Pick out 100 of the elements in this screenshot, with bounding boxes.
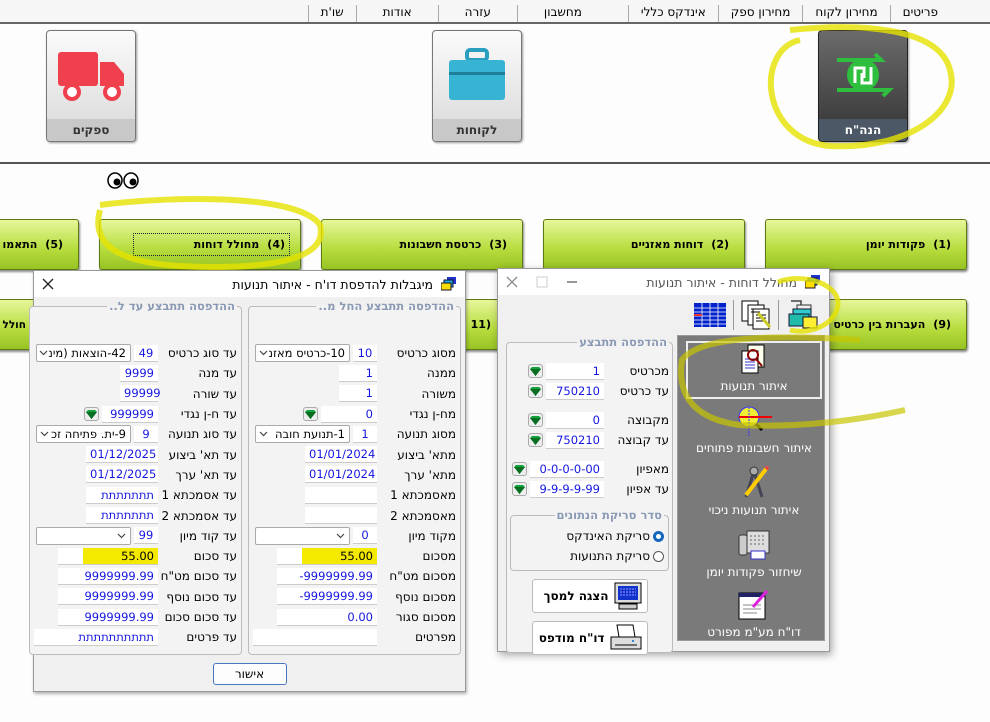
toolbar-item[interactable]: מחירון לקוח [802,5,890,22]
gem-button[interactable] [303,407,318,422]
document-pen-icon [737,589,771,621]
toolbar-item[interactable]: עזרה [438,5,517,22]
input-field[interactable]: 0 [321,406,377,423]
field-label: מקוד מיון [407,528,456,543]
input-field[interactable]: 9999 [120,364,158,382]
input-field[interactable]: 9999999.99 [58,568,158,585]
field-label: עד שורה [192,386,237,401]
field-label: מסכום [421,549,456,564]
radio-button[interactable] [653,550,664,562]
code-field[interactable]: 99 [134,527,158,544]
group-title: סדר סריקת הנתונים [556,508,663,522]
gem-icon [530,386,541,396]
input-field[interactable]: -9999999.99 [277,588,377,606]
gem-button[interactable] [528,433,543,447]
radio-button[interactable] [653,530,664,542]
input-field[interactable]: 999999 [102,406,158,423]
report-item[interactable]: איתור תנועות [686,341,822,399]
report-item[interactable]: איתור חשבונות פתוחים [686,401,822,461]
gem-button[interactable] [528,384,543,398]
gem-button[interactable] [512,482,527,496]
input-field[interactable]: תתתתתתת [86,507,158,524]
input-field[interactable]: 0-0-0-0-00 [530,460,604,478]
input-field[interactable]: 1 [339,364,377,382]
input-field[interactable] [305,486,377,504]
field-label: ממנה [426,366,456,380]
code-field[interactable]: 1 [353,426,377,443]
input-field[interactable]: תתתתתתתתתת [34,628,158,646]
input-field[interactable] [253,628,377,646]
field-label: מכרטיס [628,364,669,378]
report-item[interactable]: שיחזור פקודות יומן [686,525,822,585]
input-field[interactable]: 750210 [546,382,604,400]
input-field[interactable]: תתתתתתת [86,486,158,504]
gem-icon [530,366,541,376]
group-title: ההדפסה תתבצע החל מ.. [317,299,455,313]
field-label: עד פרטים [185,630,237,644]
input-field[interactable]: 01/01/2024 [305,446,377,464]
chevron-icon [336,532,345,539]
report-item[interactable]: איתור תנועות ניכוי [686,463,822,523]
input-field[interactable]: 55.00 [58,548,158,565]
module-tile[interactable]: ספקים [46,30,136,142]
input-field[interactable]: 55.00 [277,548,377,565]
code-field[interactable]: 10 [353,344,377,362]
field-label: עד סוג תנועה [166,427,237,442]
field-label: עד סכום נוסף [165,590,237,604]
field-label: מסכום נוסף [394,590,456,604]
input-field[interactable]: 9999999.99 [58,588,158,606]
chevron-icon [117,532,126,539]
toolbar-item[interactable]: שו'ת [308,5,356,22]
input-field[interactable]: 01/12/2025 [86,466,158,484]
gem-button[interactable] [528,413,543,427]
dropdown[interactable]: 9-ית. פתיחה זכ [36,425,131,444]
ok-button[interactable]: אישור [212,663,286,685]
input-field[interactable]: 9999999.99 [58,608,158,626]
field-label: מאסמכתא 2 [389,508,456,523]
gem-icon [514,464,525,474]
code-field[interactable]: 49 [134,344,158,362]
close-icon[interactable] [42,278,54,290]
gem-button[interactable] [528,364,543,378]
toolbar-item[interactable]: מחשבון [516,5,608,22]
chevron-icon [259,431,268,438]
toolbar-item[interactable]: מחירון ספק [718,5,802,22]
input-field[interactable]: 01/12/2025 [86,446,158,464]
spreadsheet-grid-icon[interactable] [693,302,727,328]
gem-button[interactable] [84,407,99,422]
input-field[interactable]: -9999999.99 [277,568,377,585]
radio-option[interactable]: סריקת התנועות [515,546,664,566]
input-field[interactable]: 99999 [120,385,158,402]
code-field[interactable]: 0 [353,527,377,544]
field-label: עד אסמכתא 2 [161,508,237,523]
toolbar-item[interactable]: אינדקס כללי [628,5,718,22]
field-label: מתא' ביצוע [396,448,456,462]
dropdown[interactable]: 42-הוצאות (מינ [36,344,131,362]
input-field[interactable]: 750210 [546,432,604,448]
group-title: ההדפסה תתבצע [578,335,668,349]
input-field[interactable]: 01/01/2024 [305,466,377,484]
toolbar-item[interactable]: אודות [356,5,438,22]
toolbar-item[interactable]: פריטים [890,5,950,22]
field-label: מאפיון [635,462,669,476]
input-field[interactable]: 1 [339,385,377,402]
documents-pencil-icon[interactable] [740,299,772,331]
input-field[interactable]: 1 [546,362,604,380]
gem-button[interactable] [512,462,527,476]
report-item[interactable]: דו"ח מע"מ מפורט [686,587,822,645]
action-button[interactable]: הצגה למסך [532,579,648,613]
radio-option[interactable]: סריקת האינדקס [515,526,664,546]
input-field[interactable] [305,507,377,524]
module-tile[interactable]: הנה"ח [818,30,908,142]
gem-icon [530,436,541,444]
input-field[interactable]: 9-9-9-9-99 [530,480,604,498]
input-field[interactable]: 0.00 [277,608,377,626]
action-button[interactable]: דו"ח מודפס [532,621,648,655]
code-field[interactable]: 9 [134,426,158,443]
input-field[interactable]: 0 [546,412,604,428]
dropdown[interactable]: 1-תנועת חובה [255,425,350,444]
dropdown[interactable]: 10-כרטיס מאזנ [255,344,350,362]
monitor-icon [612,581,642,611]
module-tile[interactable]: לקוחות [432,30,522,142]
field-label: עד תא' ביצוע [168,448,237,462]
